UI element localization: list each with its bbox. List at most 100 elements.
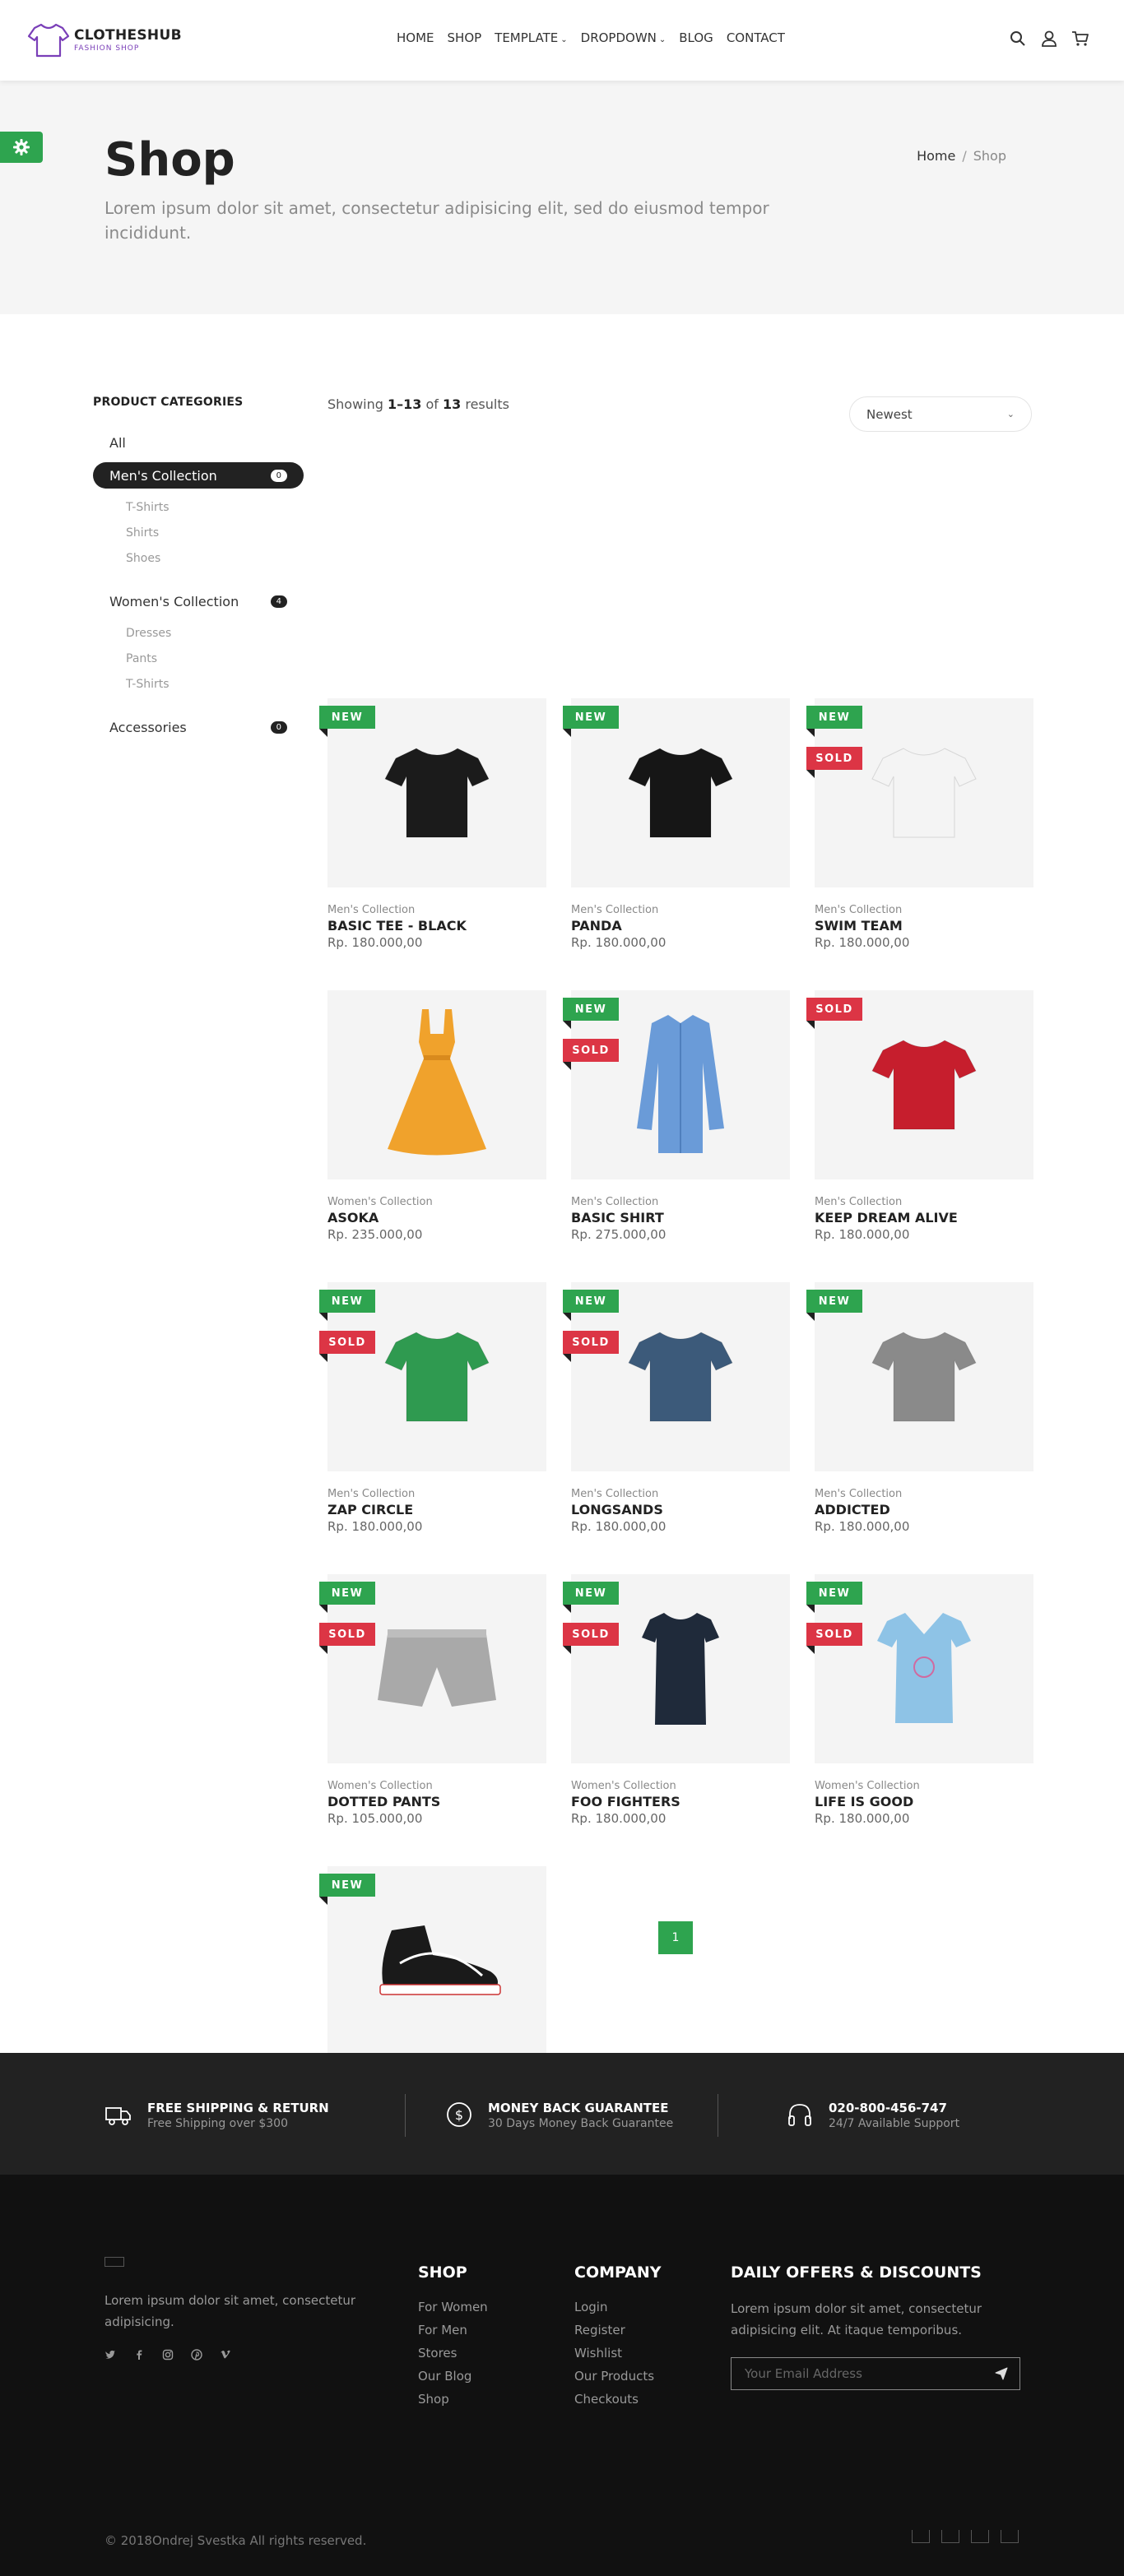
product-collection[interactable]: Women's Collection: [327, 1780, 546, 1792]
nav-home[interactable]: HOME: [397, 30, 434, 45]
footer-link[interactable]: For Men: [418, 2323, 488, 2337]
footer-link[interactable]: Wishlist: [574, 2346, 662, 2361]
instagram-icon[interactable]: [162, 2349, 174, 2361]
product-name[interactable]: ASOKA: [327, 1210, 546, 1225]
product-name[interactable]: LIFE IS GOOD: [815, 1794, 1033, 1809]
product-name[interactable]: ZAP CIRCLE: [327, 1502, 546, 1517]
category-accessories[interactable]: Accessories 0: [93, 714, 304, 740]
product-collection[interactable]: Men's Collection: [327, 904, 546, 916]
subcategory-link[interactable]: T-Shirts: [126, 498, 304, 524]
subcategory-link[interactable]: Pants: [126, 650, 304, 675]
product-card[interactable]: NEW SOLD Women's Collection DOTTED PANTS Rp.…: [319, 1574, 546, 1826]
product-collection[interactable]: Women's Collection: [571, 1780, 790, 1792]
product-collection[interactable]: Men's Collection: [327, 1488, 546, 1500]
product-card[interactable]: NEW SOLD Women's Collection LIFE IS GOOD Rp.…: [806, 1574, 1033, 1826]
product-name[interactable]: BASIC SHIRT: [571, 1210, 790, 1225]
product-image[interactable]: NEW SOLD: [563, 990, 790, 1179]
product-image[interactable]: NEW: [563, 698, 790, 887]
product-image[interactable]: [327, 990, 546, 1179]
cart-icon[interactable]: [1071, 30, 1089, 48]
product-image[interactable]: NEW SOLD: [563, 1574, 790, 1763]
product-image[interactable]: NEW SOLD: [563, 1282, 790, 1471]
settings-button[interactable]: [0, 132, 43, 163]
product-card[interactable]: NEW SOLD Men's Collection SWIM TEAM Rp. 180.…: [806, 698, 1033, 950]
send-icon[interactable]: [995, 2367, 1008, 2380]
sort-select[interactable]: Newest ⌄: [849, 396, 1032, 432]
product-collection[interactable]: Men's Collection: [815, 904, 1033, 916]
product-card[interactable]: NEW Men's Collection BASIC TEE - BLACK Rp. …: [319, 698, 546, 950]
subcategory-link[interactable]: Shoes: [126, 549, 304, 575]
product-name[interactable]: KEEP DREAM ALIVE: [815, 1210, 1033, 1225]
header-icons: [996, 30, 1089, 48]
footer-link[interactable]: Checkouts: [574, 2392, 662, 2407]
product-image[interactable]: NEW: [319, 1866, 546, 2055]
email-input[interactable]: Your Email Address: [745, 2366, 862, 2381]
category-label: Women's Collection: [109, 593, 239, 609]
footer-link[interactable]: Register: [574, 2323, 662, 2337]
product-name[interactable]: SWIM TEAM: [815, 918, 1033, 934]
category-all[interactable]: All: [109, 435, 304, 451]
product-price: Rp. 180.000,00: [327, 935, 423, 950]
product-name[interactable]: DOTTED PANTS: [327, 1794, 546, 1809]
product-card[interactable]: NEW Men's Collection ADDICTED Rp. 180.000,0…: [806, 1282, 1033, 1534]
product-name[interactable]: FOO FIGHTERS: [571, 1794, 790, 1809]
product-image[interactable]: NEW: [806, 1282, 1033, 1471]
facebook-icon[interactable]: [133, 2349, 145, 2361]
product-card[interactable]: NEW SOLD Men's Collection ZAP CIRCLE Rp. 180…: [319, 1282, 546, 1534]
product-name[interactable]: PANDA: [571, 918, 790, 934]
vimeo-icon[interactable]: [220, 2349, 231, 2361]
product-image[interactable]: NEW SOLD: [319, 1282, 546, 1471]
nav-shop[interactable]: SHOP: [448, 30, 482, 45]
footer-link[interactable]: Login: [574, 2300, 662, 2314]
nav-contact[interactable]: CONTACT: [727, 30, 785, 45]
product-name[interactable]: LONGSANDS: [571, 1502, 790, 1517]
subcategory-link[interactable]: Dresses: [126, 624, 304, 650]
footer-link[interactable]: Stores: [418, 2346, 488, 2361]
product-image[interactable]: NEW: [319, 698, 546, 887]
footer-link[interactable]: Our Blog: [418, 2369, 488, 2384]
payment-icon-broken-image: [912, 2530, 930, 2543]
product-card[interactable]: Women's Collection ASOKA Rp. 235.000,00: [327, 990, 546, 1242]
product-photo: [371, 1618, 503, 1720]
logo[interactable]: CLOTHESHUB FASHION SHOP: [26, 20, 182, 59]
nav-blog[interactable]: BLOG: [679, 30, 713, 45]
category-womens[interactable]: Women's Collection 4: [93, 588, 304, 614]
product-collection[interactable]: Men's Collection: [815, 1196, 1033, 1208]
category-mens[interactable]: Men's Collection 0: [93, 462, 304, 489]
product-image[interactable]: NEW SOLD: [806, 698, 1033, 887]
product-name[interactable]: ADDICTED: [815, 1502, 1033, 1517]
footer-link[interactable]: Shop: [418, 2392, 488, 2407]
nav-dropdown-label: DROPDOWN: [580, 30, 657, 45]
breadcrumb-home[interactable]: Home: [917, 148, 955, 164]
twitter-icon[interactable]: [105, 2349, 116, 2361]
nav-dropdown[interactable]: DROPDOWN ⌄: [581, 30, 667, 45]
newsletter-form: Your Email Address: [731, 2357, 1020, 2390]
subcategory-link[interactable]: Shirts: [126, 524, 304, 549]
footer-link[interactable]: Our Products: [574, 2369, 662, 2384]
user-icon[interactable]: [1040, 30, 1058, 48]
product-collection[interactable]: Men's Collection: [571, 1488, 790, 1500]
nav-template[interactable]: TEMPLATE ⌄: [495, 30, 567, 45]
product-collection[interactable]: Women's Collection: [815, 1780, 1033, 1792]
product-collection[interactable]: Men's Collection: [571, 904, 790, 916]
product-collection[interactable]: Men's Collection: [815, 1488, 1033, 1500]
product-card[interactable]: NEW SOLD Men's Collection BASIC SHIRT Rp. 27…: [563, 990, 790, 1242]
sold-badge: SOLD: [319, 1331, 375, 1362]
product-card[interactable]: NEW SOLD Men's Collection LONGSANDS Rp. 180.…: [563, 1282, 790, 1534]
product-card[interactable]: NEW SOLD Women's Collection FOO FIGHTERS Rp.…: [563, 1574, 790, 1826]
product-card[interactable]: NEW Men's Collection PANDA Rp. 180.000,00: [563, 698, 790, 950]
payment-icon-broken-image: [1001, 2530, 1019, 2543]
product-collection[interactable]: Women's Collection: [327, 1196, 546, 1208]
search-icon[interactable]: [1009, 30, 1027, 48]
product-collection[interactable]: Men's Collection: [571, 1196, 790, 1208]
pagination-page-1[interactable]: 1: [658, 1921, 693, 1954]
product-price: Rp. 275.000,00: [571, 1227, 667, 1242]
subcategory-link[interactable]: T-Shirts: [126, 675, 304, 701]
footer-link[interactable]: For Women: [418, 2300, 488, 2314]
pinterest-icon[interactable]: [191, 2349, 202, 2361]
product-card[interactable]: SOLD Men's Collection KEEP DREAM ALIVE Rp. …: [806, 990, 1033, 1242]
product-image[interactable]: NEW SOLD: [319, 1574, 546, 1763]
product-image[interactable]: SOLD: [806, 990, 1033, 1179]
product-image[interactable]: NEW SOLD: [806, 1574, 1033, 1763]
product-name[interactable]: BASIC TEE - BLACK: [327, 918, 546, 934]
